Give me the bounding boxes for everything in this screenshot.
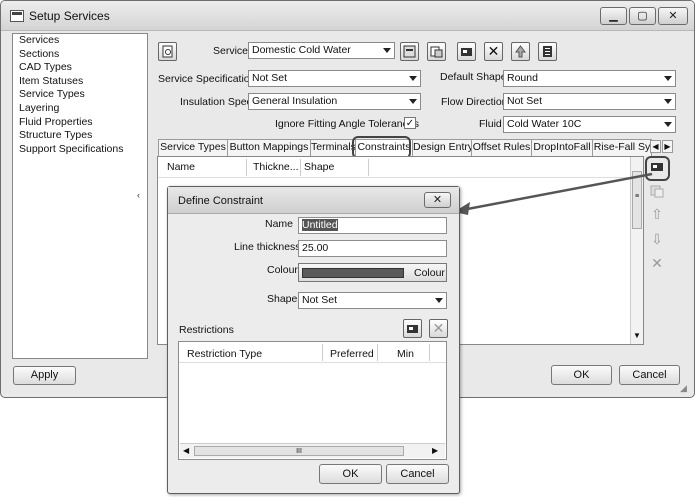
chevron-down-icon: [664, 99, 672, 104]
chevron-down-icon: [409, 76, 417, 81]
callout-arrow: [454, 172, 653, 215]
horizontal-scroll-thumb[interactable]: III: [194, 446, 404, 456]
resize-grip-icon[interactable]: ◢: [680, 383, 687, 394]
service-specification-value: Not Set: [252, 72, 288, 84]
tab-scroll-left-icon[interactable]: ◀: [650, 140, 661, 153]
insulation-spec-value: General Insulation: [252, 95, 338, 107]
add-restriction-icon[interactable]: [403, 319, 422, 338]
preview-icon[interactable]: [158, 42, 177, 61]
apply-button[interactable]: Apply: [13, 366, 76, 385]
chevron-down-icon: [383, 48, 391, 53]
chevron-down-icon: [664, 122, 672, 127]
service-label: Service: [213, 45, 249, 57]
sidebar-item-cad-types[interactable]: CAD Types: [13, 61, 147, 75]
settings-category-list[interactable]: Services Sections CAD Types Item Statuse…: [12, 33, 148, 359]
ignore-fitting-angle-checkbox[interactable]: ✓: [404, 117, 416, 129]
sidebar-item-layering[interactable]: Layering: [13, 102, 147, 116]
column-header-shape[interactable]: Shape: [304, 161, 334, 173]
dialog-ok-button[interactable]: OK: [319, 464, 382, 484]
column-header-name[interactable]: Name: [167, 161, 195, 173]
fluid-dropdown[interactable]: Cold Water 10C: [503, 116, 676, 133]
constraint-name-input[interactable]: Untitled: [298, 217, 447, 234]
chevron-down-icon: [409, 99, 417, 104]
chevron-down-icon: [664, 76, 672, 81]
fluid-value: Cold Water 10C: [507, 118, 582, 130]
default-shape-dropdown[interactable]: Round: [503, 70, 676, 87]
tab-rise-fall[interactable]: Rise-Fall Sy: [592, 139, 652, 156]
window-icon: [10, 10, 24, 22]
default-shape-value: Round: [507, 72, 538, 84]
flow-direction-dropdown[interactable]: Not Set: [503, 93, 676, 110]
sidebar-item-services[interactable]: Services: [13, 34, 147, 48]
tab-offset-rules[interactable]: Offset Rules: [471, 139, 532, 156]
dialog-title: Define Constraint: [178, 195, 263, 207]
scroll-right-icon[interactable]: ▶: [432, 446, 438, 455]
delete-constraint-icon[interactable]: ✕: [647, 255, 667, 275]
column-header-restriction-type[interactable]: Restriction Type: [187, 348, 262, 360]
edit-service-icon[interactable]: [400, 42, 419, 61]
service-value: Domestic Cold Water: [252, 44, 351, 56]
shape-value: Not Set: [302, 294, 338, 306]
close-button[interactable]: ✕: [658, 7, 688, 25]
delete-restriction-icon[interactable]: ✕: [429, 319, 448, 338]
sidebar-item-service-types[interactable]: Service Types: [13, 88, 147, 102]
cancel-button[interactable]: Cancel: [619, 365, 680, 385]
restrictions-label: Restrictions: [179, 324, 234, 336]
collapse-arrow-icon[interactable]: ‹: [137, 190, 145, 200]
constraint-name-label: Name: [265, 218, 294, 230]
colour-swatch: [302, 268, 404, 278]
tab-button-mappings[interactable]: Button Mappings: [227, 139, 311, 156]
tab-drop-into-fall[interactable]: DropIntoFall: [531, 139, 593, 156]
ok-button[interactable]: OK: [551, 365, 612, 385]
scroll-down-icon[interactable]: ▼: [633, 331, 641, 340]
service-specification-dropdown[interactable]: Not Set: [248, 70, 421, 87]
insulation-spec-label: Insulation Spec: [180, 96, 252, 108]
service-specification-label: Service Specification: [158, 73, 256, 85]
column-header-thickness[interactable]: Thickne...: [253, 161, 299, 173]
flow-direction-label: Flow Direction: [441, 96, 508, 108]
shape-label: Shape: [267, 293, 298, 305]
sidebar-item-support-specifications[interactable]: Support Specifications: [13, 143, 147, 157]
dialog-cancel-button[interactable]: Cancel: [386, 464, 449, 484]
add-service-icon[interactable]: [457, 42, 476, 61]
shape-dropdown[interactable]: Not Set: [298, 292, 447, 309]
restrictions-list[interactable]: Restriction Type Preferred Min ◀ III ▶: [178, 341, 447, 460]
tab-service-types[interactable]: Service Types: [158, 139, 228, 156]
chevron-down-icon: [435, 298, 443, 303]
ignore-fitting-angle-label: Ignore Fitting Angle Tolerances: [275, 118, 419, 130]
column-header-preferred[interactable]: Preferred: [330, 348, 374, 360]
tab-terminals[interactable]: Terminals: [310, 139, 356, 156]
colour-button[interactable]: Colour: [298, 263, 447, 282]
move-up-icon[interactable]: [511, 42, 530, 61]
line-thickness-label: Line thickness: [234, 241, 301, 253]
flow-direction-value: Not Set: [507, 95, 543, 107]
delete-service-icon[interactable]: ✕: [484, 42, 503, 61]
tab-scroll-right-icon[interactable]: ▶: [662, 140, 673, 153]
sidebar-item-fluid-properties[interactable]: Fluid Properties: [13, 116, 147, 130]
scroll-left-icon[interactable]: ◀: [183, 446, 189, 455]
move-down-arrow-icon[interactable]: ⇩: [647, 231, 667, 251]
service-dropdown[interactable]: Domestic Cold Water: [248, 42, 395, 59]
dialog-title-bar[interactable]: Define Constraint ✕: [168, 187, 459, 214]
maximize-button[interactable]: ▢: [629, 7, 656, 25]
report-icon[interactable]: [538, 42, 557, 61]
dialog-close-button[interactable]: ✕: [424, 192, 451, 208]
tab-design-entry[interactable]: Design Entry: [412, 139, 472, 156]
line-thickness-input[interactable]: 25.00: [298, 240, 447, 257]
window-title: Setup Services: [29, 9, 110, 23]
copy-service-icon[interactable]: [427, 42, 446, 61]
colour-button-label: Colour: [414, 267, 445, 279]
sidebar-item-structure-types[interactable]: Structure Types: [13, 129, 147, 143]
column-header-min[interactable]: Min: [397, 348, 414, 360]
title-bar[interactable]: Setup Services ▁ ▢ ✕: [1, 1, 694, 31]
fluid-label: Fluid: [479, 118, 502, 130]
minimize-button[interactable]: ▁: [600, 7, 627, 25]
sidebar-item-item-statuses[interactable]: Item Statuses: [13, 75, 147, 89]
insulation-spec-dropdown[interactable]: General Insulation: [248, 93, 421, 110]
default-shape-label: Default Shape: [440, 71, 507, 83]
horizontal-scrollbar[interactable]: ◀ III ▶: [180, 443, 445, 458]
constraint-name-value: Untitled: [302, 219, 338, 231]
colour-label: Colour: [267, 264, 298, 276]
sidebar-item-sections[interactable]: Sections: [13, 48, 147, 62]
